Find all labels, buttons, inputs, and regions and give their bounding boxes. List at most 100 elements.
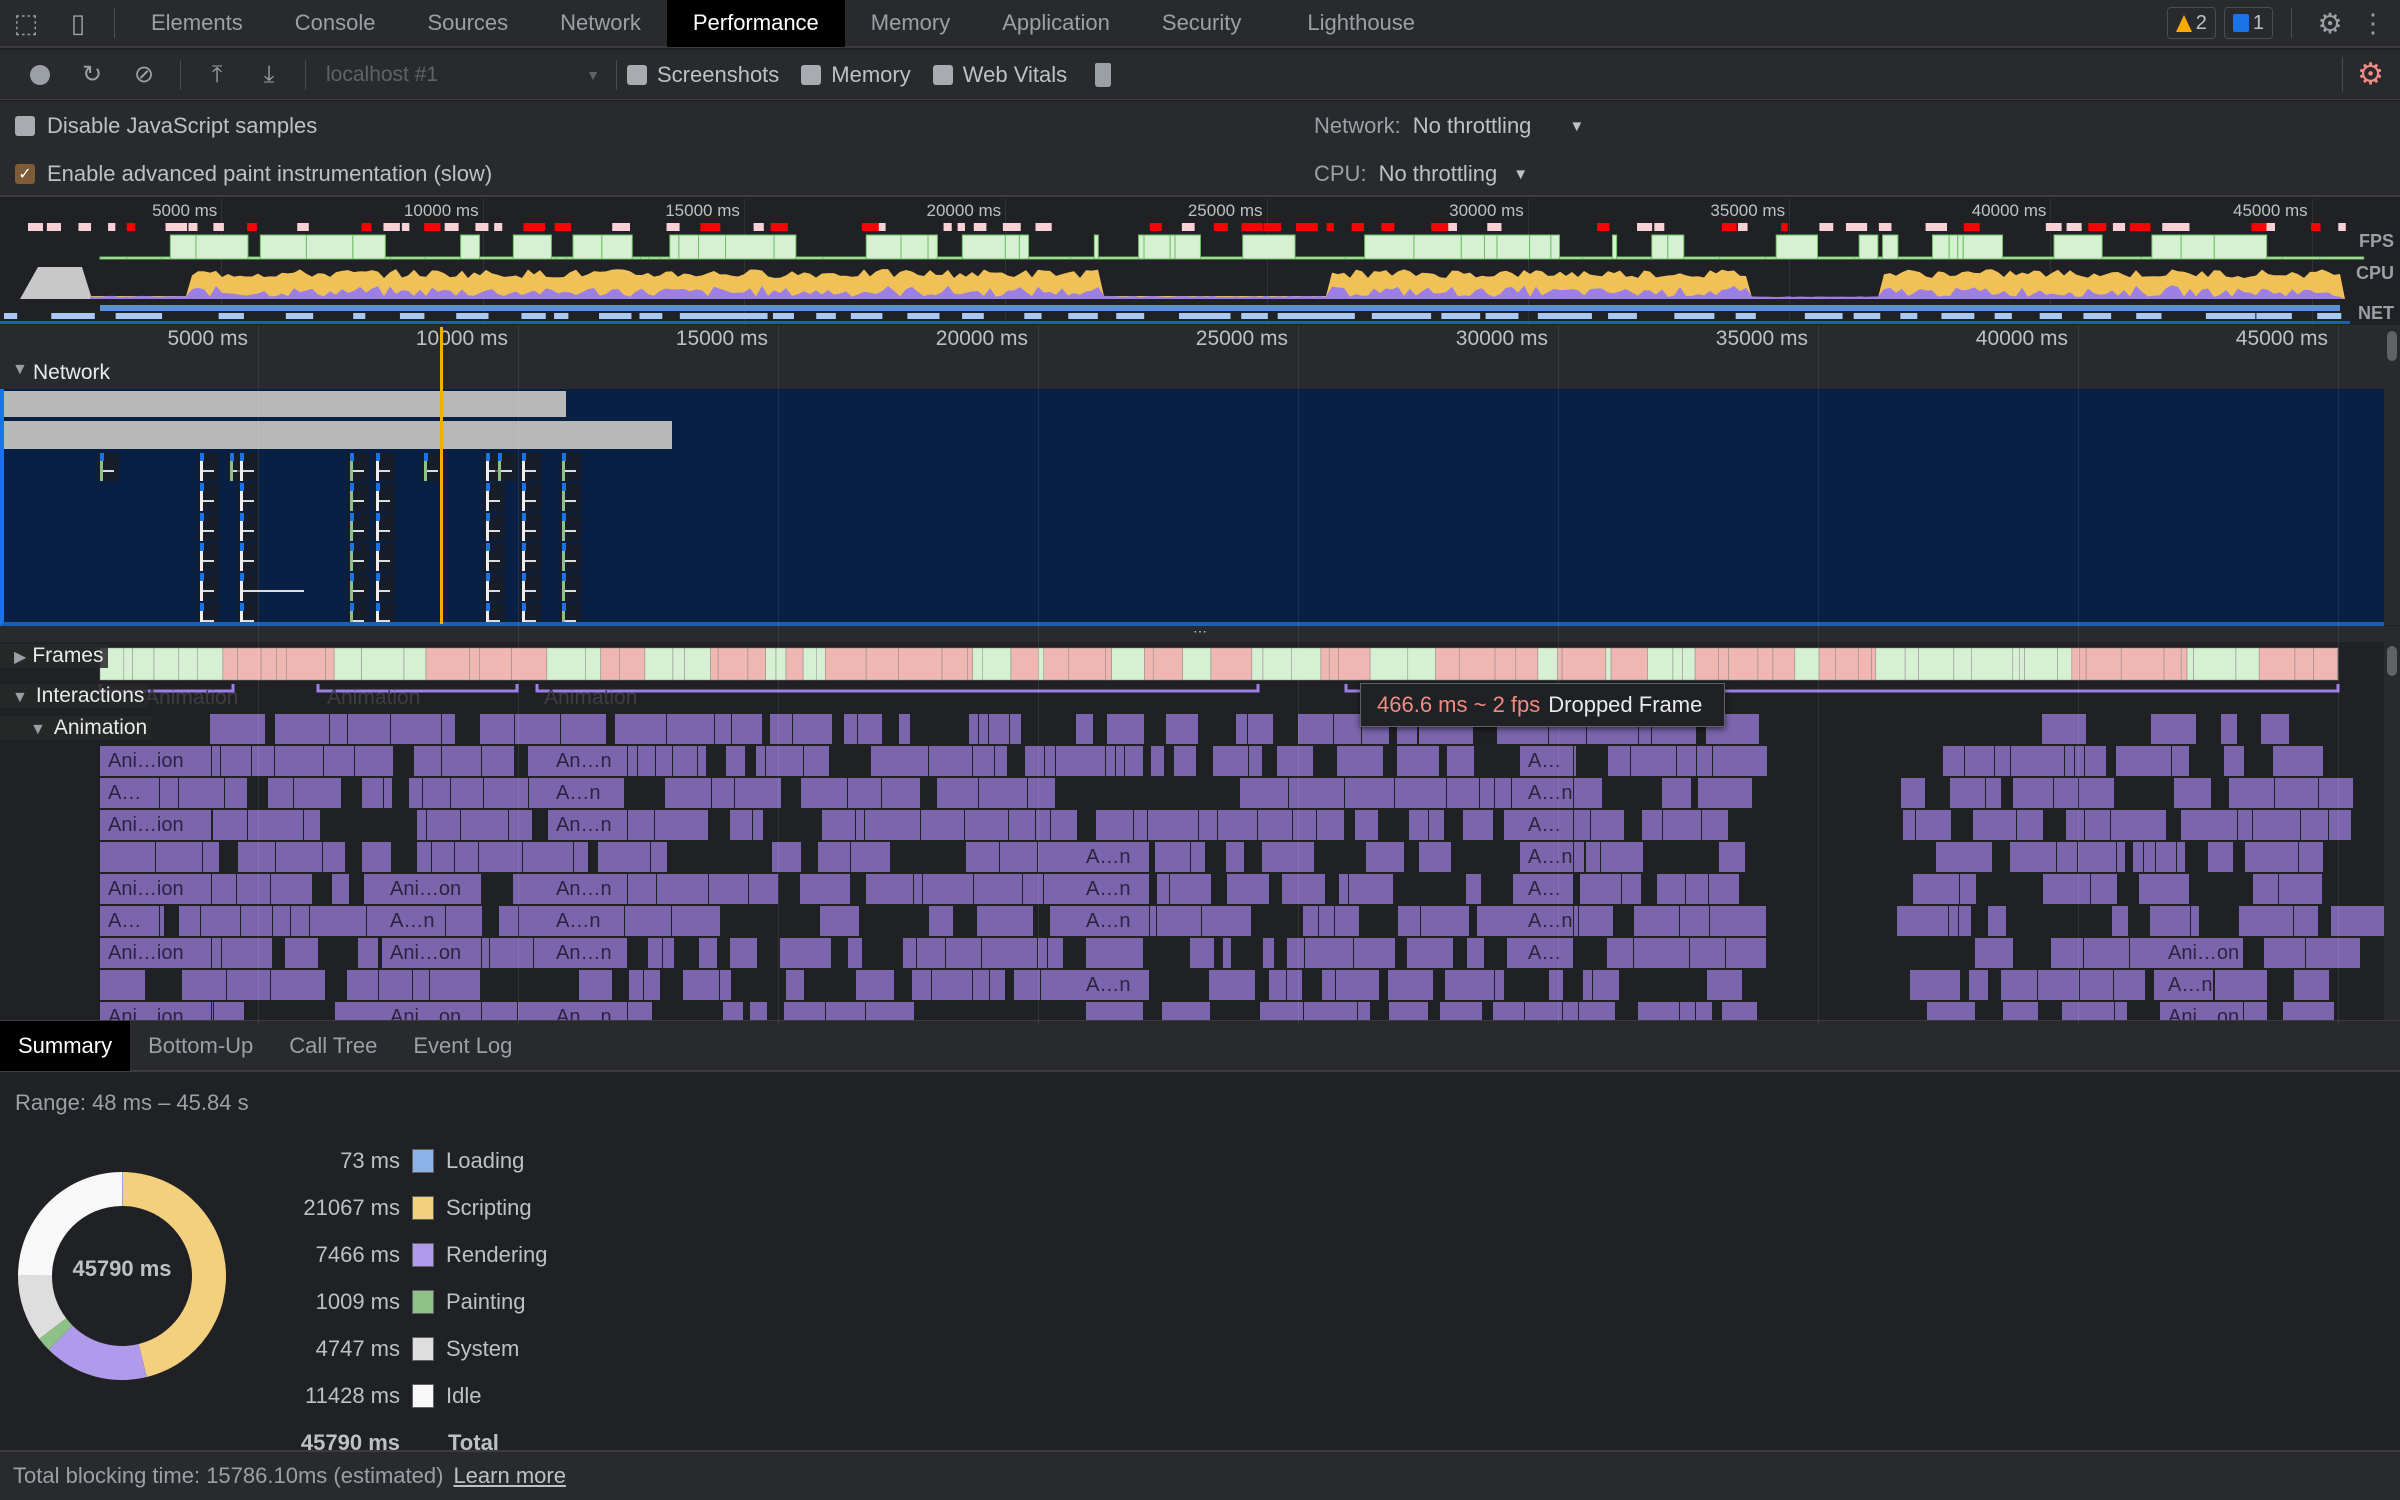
animation-event[interactable]: [2084, 810, 2112, 842]
checkbox-box[interactable]: [801, 64, 822, 85]
animation-event[interactable]: [1075, 714, 1095, 746]
animation-event[interactable]: [1494, 970, 1505, 1002]
animation-event[interactable]: [227, 970, 272, 1002]
load-profile-button[interactable]: ⤒: [191, 50, 243, 100]
animation-event[interactable]: [769, 714, 793, 746]
animation-event[interactable]: [855, 810, 866, 842]
animation-event[interactable]: [1366, 842, 1406, 874]
drag-handle-icon[interactable]: ⋯: [1193, 623, 1207, 639]
animation-event[interactable]: [729, 938, 758, 970]
animation-event[interactable]: [2293, 906, 2320, 938]
animation-event[interactable]: [1698, 778, 1754, 810]
animation-event[interactable]: [978, 778, 1028, 810]
animation-event[interactable]: [673, 746, 698, 778]
animation-event[interactable]: [666, 714, 715, 746]
animation-event[interactable]: [1190, 842, 1207, 874]
animation-event[interactable]: [1676, 746, 1697, 778]
animation-event[interactable]: [1446, 746, 1475, 778]
animation-event[interactable]: [800, 874, 851, 906]
animation-event[interactable]: [1679, 1002, 1696, 1020]
animation-event[interactable]: [2138, 874, 2191, 906]
animation-event[interactable]: [1302, 906, 1319, 938]
animation-event[interactable]: [1642, 810, 1664, 842]
animation-event[interactable]: [597, 842, 651, 874]
animation-event[interactable]: [1630, 746, 1677, 778]
animation-event[interactable]: [323, 842, 346, 874]
animation-event[interactable]: [442, 714, 457, 746]
animation-event[interactable]: [1247, 714, 1275, 746]
animation-event[interactable]: [1429, 810, 1446, 842]
animation-event[interactable]: [2013, 778, 2054, 810]
animation-event[interactable]: [479, 714, 515, 746]
scrollbar-thumb[interactable]: [2387, 331, 2397, 361]
animation-event[interactable]: [2328, 810, 2352, 842]
animation-event[interactable]: [2180, 810, 2238, 842]
animation-event[interactable]: [1198, 810, 1219, 842]
animation-event[interactable]: A…n: [1078, 874, 1150, 906]
animation-event[interactable]: [1293, 810, 1317, 842]
animation-event[interactable]: [964, 810, 1009, 842]
animation-event[interactable]: [1902, 810, 1917, 842]
animation-event[interactable]: [1549, 970, 1564, 1002]
animation-event[interactable]: [1024, 746, 1045, 778]
animation-event[interactable]: [274, 746, 325, 778]
animation-event[interactable]: [291, 906, 311, 938]
animation-event[interactable]: [1480, 778, 1496, 810]
animation-event[interactable]: [928, 906, 954, 938]
animation-event[interactable]: [489, 938, 535, 970]
animation-event[interactable]: [1444, 970, 1495, 1002]
animation-event[interactable]: [252, 746, 275, 778]
network-track-header[interactable]: ▼ Network: [0, 361, 2384, 389]
animation-event[interactable]: [361, 842, 392, 874]
animation-event[interactable]: [1634, 938, 1691, 970]
animation-event[interactable]: [936, 778, 979, 810]
animation-event[interactable]: [1579, 874, 1622, 906]
animation-event[interactable]: [2133, 842, 2145, 874]
animation-event[interactable]: [1286, 938, 1305, 970]
animation-event[interactable]: [1038, 842, 1082, 874]
animation-event[interactable]: [271, 970, 326, 1002]
animation-event[interactable]: [432, 842, 455, 874]
animation-event[interactable]: [284, 938, 319, 970]
animation-event[interactable]: [1190, 938, 1215, 970]
animation-event[interactable]: [977, 906, 1035, 938]
flame-scrollbar[interactable]: [2384, 642, 2400, 1020]
animation-event[interactable]: [945, 938, 983, 970]
animation-event[interactable]: [1387, 970, 1434, 1002]
animation-event[interactable]: [711, 778, 735, 810]
animation-event[interactable]: [865, 874, 915, 906]
animation-event[interactable]: A…: [1520, 810, 1574, 842]
animation-event[interactable]: [2293, 970, 2330, 1002]
animation-event[interactable]: [865, 810, 921, 842]
animation-event[interactable]: [1477, 906, 1524, 938]
animation-event[interactable]: Ani…on: [382, 1002, 482, 1020]
animation-event[interactable]: [1148, 810, 1199, 842]
animation-event[interactable]: [1949, 906, 1959, 938]
animation-event[interactable]: [1572, 842, 1586, 874]
animation-event[interactable]: [2305, 938, 2361, 970]
animation-event[interactable]: [1896, 906, 1950, 938]
animation-event[interactable]: [1316, 810, 1345, 842]
animation-event[interactable]: [422, 778, 452, 810]
animation-event[interactable]: [273, 906, 292, 938]
animation-event[interactable]: [2002, 1002, 2040, 1020]
animation-event[interactable]: [1959, 874, 1977, 906]
resize-splitter[interactable]: ⋯: [0, 623, 2400, 642]
animation-event[interactable]: [1679, 906, 1711, 938]
animation-event[interactable]: [1495, 778, 1512, 810]
animation-event[interactable]: [643, 970, 662, 1002]
animation-event[interactable]: [1607, 938, 1635, 970]
animation-event[interactable]: [1106, 746, 1116, 778]
animation-event[interactable]: [2080, 970, 2115, 1002]
animation-event[interactable]: [1685, 874, 1710, 906]
animation-event[interactable]: [750, 1002, 769, 1020]
animation-event[interactable]: [656, 874, 709, 906]
animation-event[interactable]: [270, 874, 314, 906]
animation-event[interactable]: [714, 714, 732, 746]
animation-event[interactable]: [1958, 906, 1972, 938]
animation-event[interactable]: [1338, 874, 1350, 906]
animation-event[interactable]: [2264, 938, 2306, 970]
animation-event[interactable]: [362, 778, 384, 810]
animation-event[interactable]: [881, 778, 921, 810]
animation-event[interactable]: [275, 842, 324, 874]
